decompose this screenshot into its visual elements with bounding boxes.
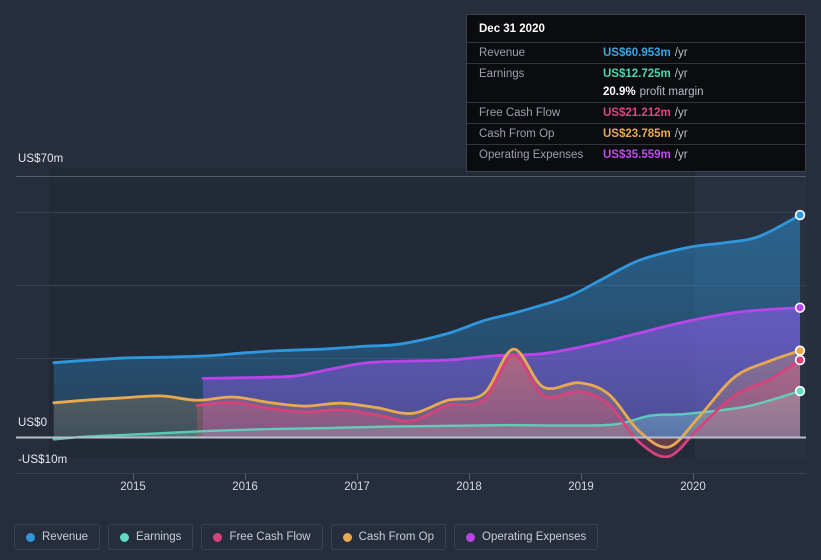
tooltip-metric-value: US$21.212m: [603, 107, 671, 119]
tooltip-metric-unit: /yr: [674, 47, 688, 59]
tooltip-metric-unit: /yr: [674, 68, 688, 80]
x-axis-label-2020: 2020: [680, 481, 706, 493]
endpoint-marker-earnings[interactable]: [794, 385, 806, 397]
x-axis-label-2018: 2018: [456, 481, 482, 493]
tooltip-metric-label: Operating Expenses: [479, 149, 584, 161]
tooltip-row-operating-expenses: Operating Expenses US$35.559m/yr: [467, 144, 805, 165]
tooltip-metric-value: US$35.559m: [603, 149, 671, 161]
x-tick-marks: [133, 474, 694, 480]
legend-color-dot-icon: [342, 532, 352, 542]
x-axis-label-2015: 2015: [120, 481, 146, 493]
endpoint-marker-cash-from-op[interactable]: [794, 345, 806, 356]
legend-item-cash-from-op[interactable]: Cash From Op: [330, 524, 447, 550]
x-axis-label-2019: 2019: [568, 481, 594, 493]
tooltip-margin-text: profit margin: [639, 86, 704, 98]
tooltip-margin-value: 20.9%: [603, 86, 636, 98]
tooltip-metric-label: Revenue: [479, 47, 526, 59]
tooltip-metric-value: US$60.953m: [603, 47, 671, 59]
legend-color-dot-icon: [26, 532, 35, 542]
legend-label: Earnings: [136, 531, 182, 543]
tooltip-metric-value: US$12.725m: [603, 68, 671, 80]
legend-color-dot-icon: [120, 532, 130, 542]
legend-label: Operating Expenses: [482, 531, 587, 543]
tooltip-metric-unit: /yr: [674, 128, 688, 140]
tooltip-row-profit-margin: 20.9% profit margin: [467, 84, 805, 102]
legend-item-earnings[interactable]: Earnings: [108, 524, 194, 550]
legend-item-operating-expenses[interactable]: Operating Expenses: [454, 524, 599, 550]
tooltip-metric-label: Earnings: [479, 68, 525, 80]
tooltip-metric-unit: /yr: [674, 107, 688, 119]
tooltip-metric-unit: /yr: [674, 149, 688, 161]
tooltip-metric-label: Free Cash Flow: [479, 107, 561, 119]
tooltip-row-revenue: Revenue US$60.953m/yr: [467, 42, 805, 63]
legend-label: Revenue: [42, 531, 89, 543]
tooltip-metric-value: US$23.785m: [603, 128, 671, 140]
legend-label: Free Cash Flow: [229, 531, 311, 543]
tooltip-date: Dec 31 2020: [479, 23, 545, 35]
x-axis-label-2017: 2017: [344, 481, 370, 493]
chart-legend[interactable]: Revenue Earnings Free Cash Flow Cash From O…: [14, 524, 599, 550]
endpoint-marker-free-cash-flow[interactable]: [794, 354, 806, 366]
data-tooltip: Dec 31 2020 Revenue US$60.953m/yr Earnings…: [466, 14, 806, 172]
tooltip-row-earnings: Earnings US$12.725m/yr: [467, 63, 805, 84]
financial-performance-chart: US$70m US$0 -US$10m 2015 2016 2017 2018 2019 20…: [0, 0, 821, 560]
tooltip-metric-label: Cash From Op: [479, 128, 555, 140]
tooltip-rows: Revenue US$60.953m/yr Earnings US$12.725m/y…: [467, 42, 805, 165]
legend-item-free-cash-flow[interactable]: Free Cash Flow: [201, 524, 323, 550]
endpoint-marker-revenue[interactable]: [794, 209, 806, 221]
tooltip-row-free-cash-flow: Free Cash Flow US$21.212m/yr: [467, 102, 805, 123]
legend-label: Cash From Op: [358, 531, 435, 543]
legend-color-dot-icon: [466, 532, 476, 542]
tooltip-row-cash-from-op: Cash From Op US$23.785m/yr: [467, 123, 805, 144]
endpoint-marker-operating-expenses[interactable]: [794, 302, 806, 313]
legend-item-revenue[interactable]: Revenue: [14, 524, 101, 550]
legend-color-dot-icon: [213, 532, 223, 542]
x-axis-label-2016: 2016: [232, 481, 258, 493]
